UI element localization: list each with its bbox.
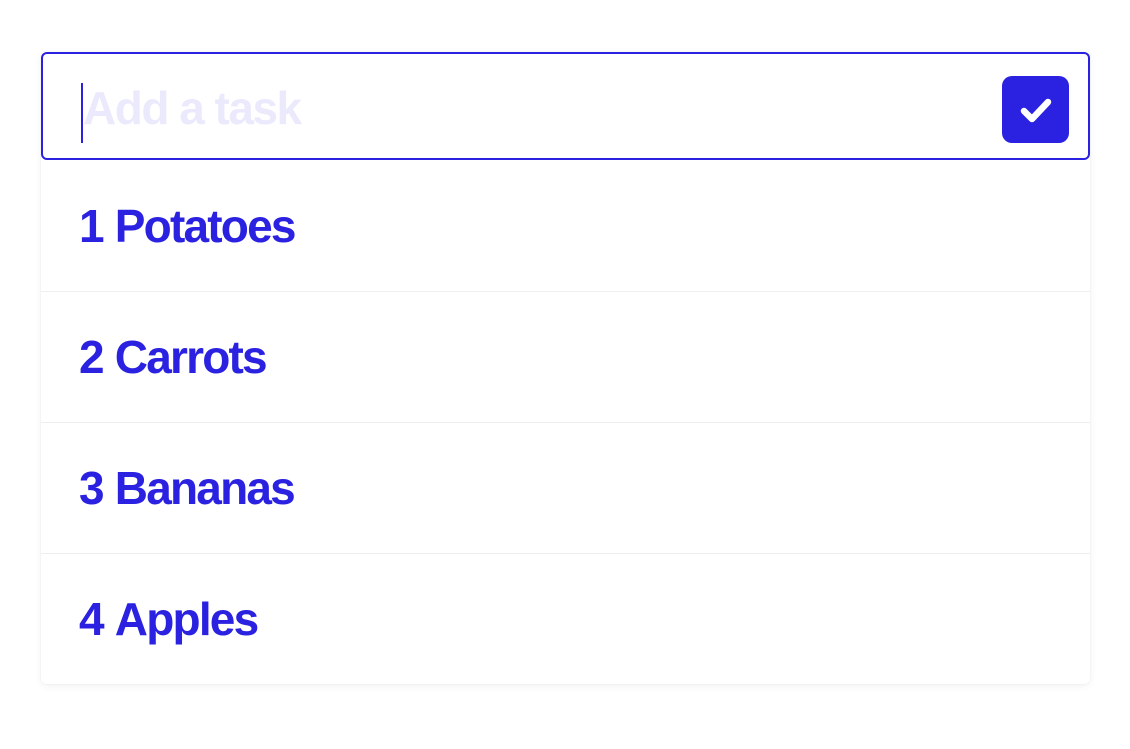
task-label: Apples [114, 593, 259, 645]
todo-app: 1 Potatoes 2 Carrots 3 Bananas 4 Apples [0, 0, 1130, 749]
task-card: 1 Potatoes 2 Carrots 3 Bananas 4 Apples [41, 52, 1090, 684]
task-item-apples[interactable]: 4 Apples [41, 553, 1090, 684]
checkmark-icon [1020, 98, 1051, 122]
task-label: Bananas [114, 462, 296, 514]
task-item-potatoes[interactable]: 1 Potatoes [41, 160, 1090, 291]
task-number: 3 [79, 462, 105, 514]
task-label: Carrots [114, 331, 268, 383]
task-input[interactable] [83, 76, 983, 140]
task-input-row [41, 52, 1090, 160]
task-item-bananas[interactable]: 3 Bananas [41, 422, 1090, 553]
task-number: 2 [79, 331, 105, 383]
task-list: 1 Potatoes 2 Carrots 3 Bananas 4 Apples [41, 160, 1090, 684]
task-number: 1 [79, 199, 105, 252]
task-label: Potatoes [114, 199, 297, 252]
task-number: 4 [79, 593, 105, 645]
task-item-carrots[interactable]: 2 Carrots [41, 291, 1090, 422]
add-task-button[interactable] [1002, 76, 1069, 143]
